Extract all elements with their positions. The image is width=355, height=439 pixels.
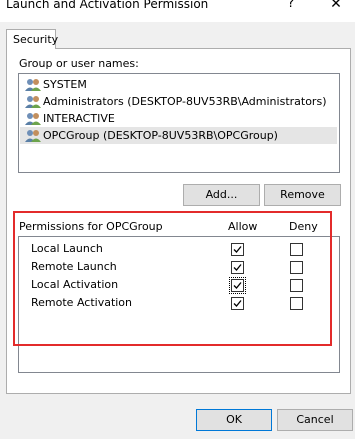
deny-checkbox-local-activation[interactable] — [290, 279, 303, 292]
users-icon — [25, 112, 41, 126]
permissions-list: Local Launch Remote Launch Local Activat… — [18, 236, 340, 373]
user-item-interactive[interactable]: INTERACTIVE — [25, 110, 115, 127]
perm-row-local-launch: Local Launch — [19, 241, 339, 259]
deny-checkbox-remote-activation[interactable] — [290, 297, 303, 310]
perm-name: Remote Activation — [31, 296, 133, 309]
allow-checkbox-remote-launch[interactable] — [231, 261, 244, 274]
user-list[interactable]: SYSTEM Administrators (DESKTOP-8UV53RB\A… — [18, 73, 340, 173]
tab-security[interactable]: Security — [6, 29, 59, 49]
perm-row-local-activation: Local Activation — [19, 277, 339, 295]
add-button[interactable]: Add... — [183, 184, 260, 206]
group-user-names-label: Group or user names: — [19, 57, 139, 70]
allow-checkbox-local-activation[interactable] — [229, 277, 246, 294]
user-item-opcgroup[interactable]: OPCGroup (DESKTOP-8UV53RB\OPCGroup) — [20, 127, 337, 144]
tab-security-label: Security — [13, 33, 59, 46]
cancel-button[interactable]: Cancel — [277, 409, 353, 431]
close-button[interactable]: ✕ — [327, 0, 345, 14]
allow-column-header: Allow — [228, 220, 258, 233]
deny-column-header: Deny — [289, 220, 318, 233]
title-bar: Launch and Activation Permission ? ✕ — [0, 0, 355, 22]
perm-name: Local Activation — [31, 278, 119, 291]
window-title: Launch and Activation Permission — [6, 0, 209, 11]
perm-name: Remote Launch — [31, 260, 117, 273]
remove-button[interactable]: Remove — [264, 184, 341, 206]
allow-checkbox-local-launch[interactable] — [231, 243, 244, 256]
users-icon — [25, 78, 41, 92]
user-item-system[interactable]: SYSTEM — [25, 76, 87, 93]
ok-button[interactable]: OK — [196, 409, 272, 431]
users-icon — [25, 129, 41, 143]
permissions-header: Permissions for OPCGroup — [19, 220, 163, 233]
user-item-administrators[interactable]: Administrators (DESKTOP-8UV53RB\Administ… — [25, 93, 326, 110]
perm-row-remote-activation: Remote Activation — [19, 295, 339, 313]
deny-checkbox-local-launch[interactable] — [290, 243, 303, 256]
perm-row-remote-launch: Remote Launch — [19, 259, 339, 277]
deny-checkbox-remote-launch[interactable] — [290, 261, 303, 274]
users-icon — [25, 95, 41, 109]
help-button[interactable]: ? — [284, 0, 298, 14]
perm-name: Local Launch — [31, 242, 103, 255]
allow-checkbox-remote-activation[interactable] — [231, 297, 244, 310]
